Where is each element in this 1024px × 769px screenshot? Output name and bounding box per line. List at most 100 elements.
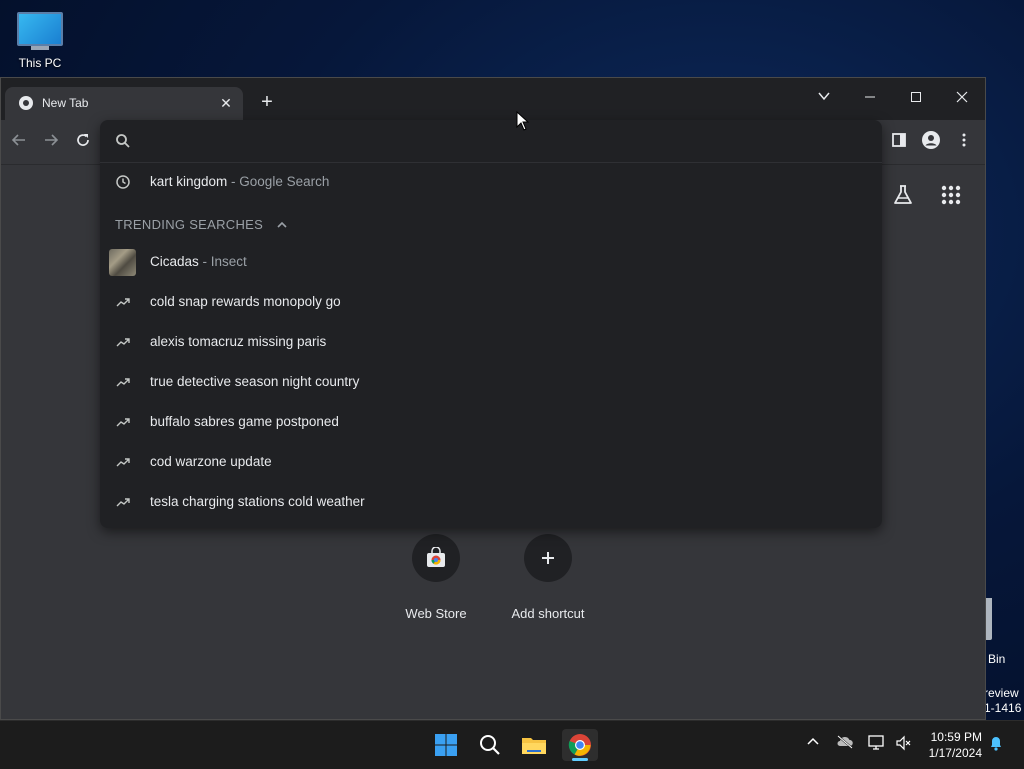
flask-icon — [894, 185, 912, 204]
add-shortcut-label: Add shortcut — [511, 606, 585, 621]
labs-button[interactable] — [891, 183, 915, 212]
folder-icon — [522, 738, 546, 754]
trending-item-title: cod warzone update — [150, 454, 272, 469]
tab-search-button[interactable] — [806, 84, 842, 112]
trending-item-title: buffalo sabres game postponed — [150, 414, 339, 429]
history-clock-icon — [116, 175, 130, 189]
this-pc-desktop-icon[interactable]: This PC — [10, 8, 70, 70]
side-panel-button[interactable] — [888, 131, 910, 153]
mouse-cursor-icon — [516, 111, 530, 131]
suggestion-suffix: - Google Search — [227, 174, 330, 189]
tab-title: New Tab — [42, 96, 89, 110]
monitor-stand — [31, 46, 49, 50]
chevron-down-icon — [818, 92, 830, 101]
forward-button[interactable] — [39, 130, 63, 154]
suggestion-history-text: kart kingdom - Google Search — [150, 174, 329, 189]
minimize-icon — [865, 96, 875, 98]
taskbar-search-button[interactable] — [474, 729, 506, 761]
profile-button[interactable] — [920, 131, 942, 153]
close-icon — [956, 91, 968, 103]
trending-item[interactable]: true detective season night country — [100, 362, 882, 402]
trending-searches-header[interactable]: TRENDING SEARCHES — [115, 217, 287, 232]
bell-icon — [991, 737, 1001, 751]
new-tab-button[interactable]: + — [257, 92, 277, 112]
profile-avatar-icon — [922, 131, 940, 149]
taskbar: 10:59 PM 1/17/2024 — [0, 720, 1024, 769]
this-pc-label: This PC — [18, 56, 62, 70]
maximize-icon — [911, 92, 921, 102]
plus-icon — [542, 552, 554, 564]
chrome-icon — [568, 734, 591, 756]
trending-item-title: alexis tomacruz missing paris — [150, 334, 327, 349]
clock[interactable]: 10:59 PM 1/17/2024 — [922, 729, 982, 761]
chrome-favicon-icon — [19, 96, 33, 110]
trending-item-text: Cicadas - Insect — [150, 254, 247, 269]
suggestion-query: kart kingdom — [150, 174, 228, 189]
apps-grid-icon — [941, 185, 961, 205]
network-button[interactable] — [868, 735, 886, 754]
trending-item[interactable]: Cicadas - Insect — [100, 242, 882, 282]
search-icon — [116, 134, 130, 148]
cicadas-thumbnail — [109, 249, 136, 276]
omnibox[interactable] — [100, 120, 882, 163]
forward-arrow-icon — [45, 134, 59, 146]
trending-item[interactable]: alexis tomacruz missing paris — [100, 322, 882, 362]
trending-item-title: cold snap rewards monopoly go — [150, 294, 341, 309]
volume-button[interactable] — [895, 735, 911, 754]
cloud-off-icon — [837, 735, 853, 749]
search-icon — [480, 735, 500, 755]
menu-button[interactable] — [953, 131, 975, 153]
notifications-button[interactable] — [989, 735, 1003, 754]
show-hidden-icons-button[interactable] — [806, 735, 820, 752]
onedrive-button[interactable] — [836, 735, 854, 752]
tab-close-icon[interactable]: ✕ — [217, 94, 235, 112]
trending-item-subtitle: - Insect — [198, 254, 247, 269]
chrome-taskbar-button[interactable] — [562, 729, 598, 761]
trending-searches-title: TRENDING SEARCHES — [115, 217, 264, 232]
trending-item-title: tesla charging stations cold weather — [150, 494, 365, 509]
trending-arrow-icon — [116, 498, 130, 507]
clock-date: 1/17/2024 — [928, 746, 982, 760]
tab-strip: New Tab ✕ + — [1, 78, 985, 120]
active-indicator — [572, 758, 588, 761]
shortcut-web-store[interactable]: Web Store — [381, 534, 491, 621]
recycle-bin-desktop-icon[interactable]: Bin — [984, 598, 1005, 666]
trending-item[interactable]: tesla charging stations cold weather — [100, 482, 882, 522]
tab-new-tab[interactable]: New Tab ✕ — [5, 87, 243, 120]
shortcut-add[interactable]: Add shortcut — [493, 534, 603, 621]
trending-item[interactable]: cod warzone update — [100, 442, 882, 482]
suggestion-history[interactable]: kart kingdom - Google Search — [100, 162, 882, 202]
speaker-muted-icon — [896, 735, 911, 751]
maximize-button[interactable] — [898, 84, 934, 112]
watermark: review 1-1416 — [984, 686, 1021, 716]
add-shortcut-tile — [524, 534, 572, 582]
reload-button[interactable] — [71, 130, 95, 154]
web-store-tile — [412, 534, 460, 582]
windows-logo-icon — [435, 734, 457, 756]
omnibox-dropdown: kart kingdom - Google Search TRENDING SE… — [100, 120, 882, 528]
watermark-line-1: review — [984, 686, 1019, 700]
trending-arrow-icon — [116, 378, 130, 387]
trending-arrow-icon — [116, 458, 130, 467]
back-arrow-icon — [11, 134, 25, 146]
omnibox-input[interactable] — [148, 130, 852, 154]
chevron-up-icon — [277, 217, 287, 232]
start-button[interactable] — [430, 729, 462, 761]
back-button[interactable] — [7, 130, 31, 154]
trending-item[interactable]: cold snap rewards monopoly go — [100, 282, 882, 322]
network-icon — [868, 735, 884, 750]
trending-arrow-icon — [116, 338, 130, 347]
trending-arrow-icon — [116, 298, 130, 307]
google-apps-button[interactable] — [941, 185, 961, 210]
web-store-icon — [427, 547, 445, 567]
trending-arrow-icon — [116, 418, 130, 427]
minimize-button[interactable] — [852, 84, 888, 112]
side-panel-icon — [892, 133, 906, 147]
trending-item-title: Cicadas — [150, 254, 199, 269]
reload-icon — [77, 134, 89, 146]
trending-item[interactable]: buffalo sabres game postponed — [100, 402, 882, 442]
file-explorer-button[interactable] — [518, 729, 550, 761]
close-window-button[interactable] — [944, 84, 980, 112]
watermark-line-2: 1-1416 — [984, 701, 1022, 715]
monitor-icon — [17, 12, 63, 46]
